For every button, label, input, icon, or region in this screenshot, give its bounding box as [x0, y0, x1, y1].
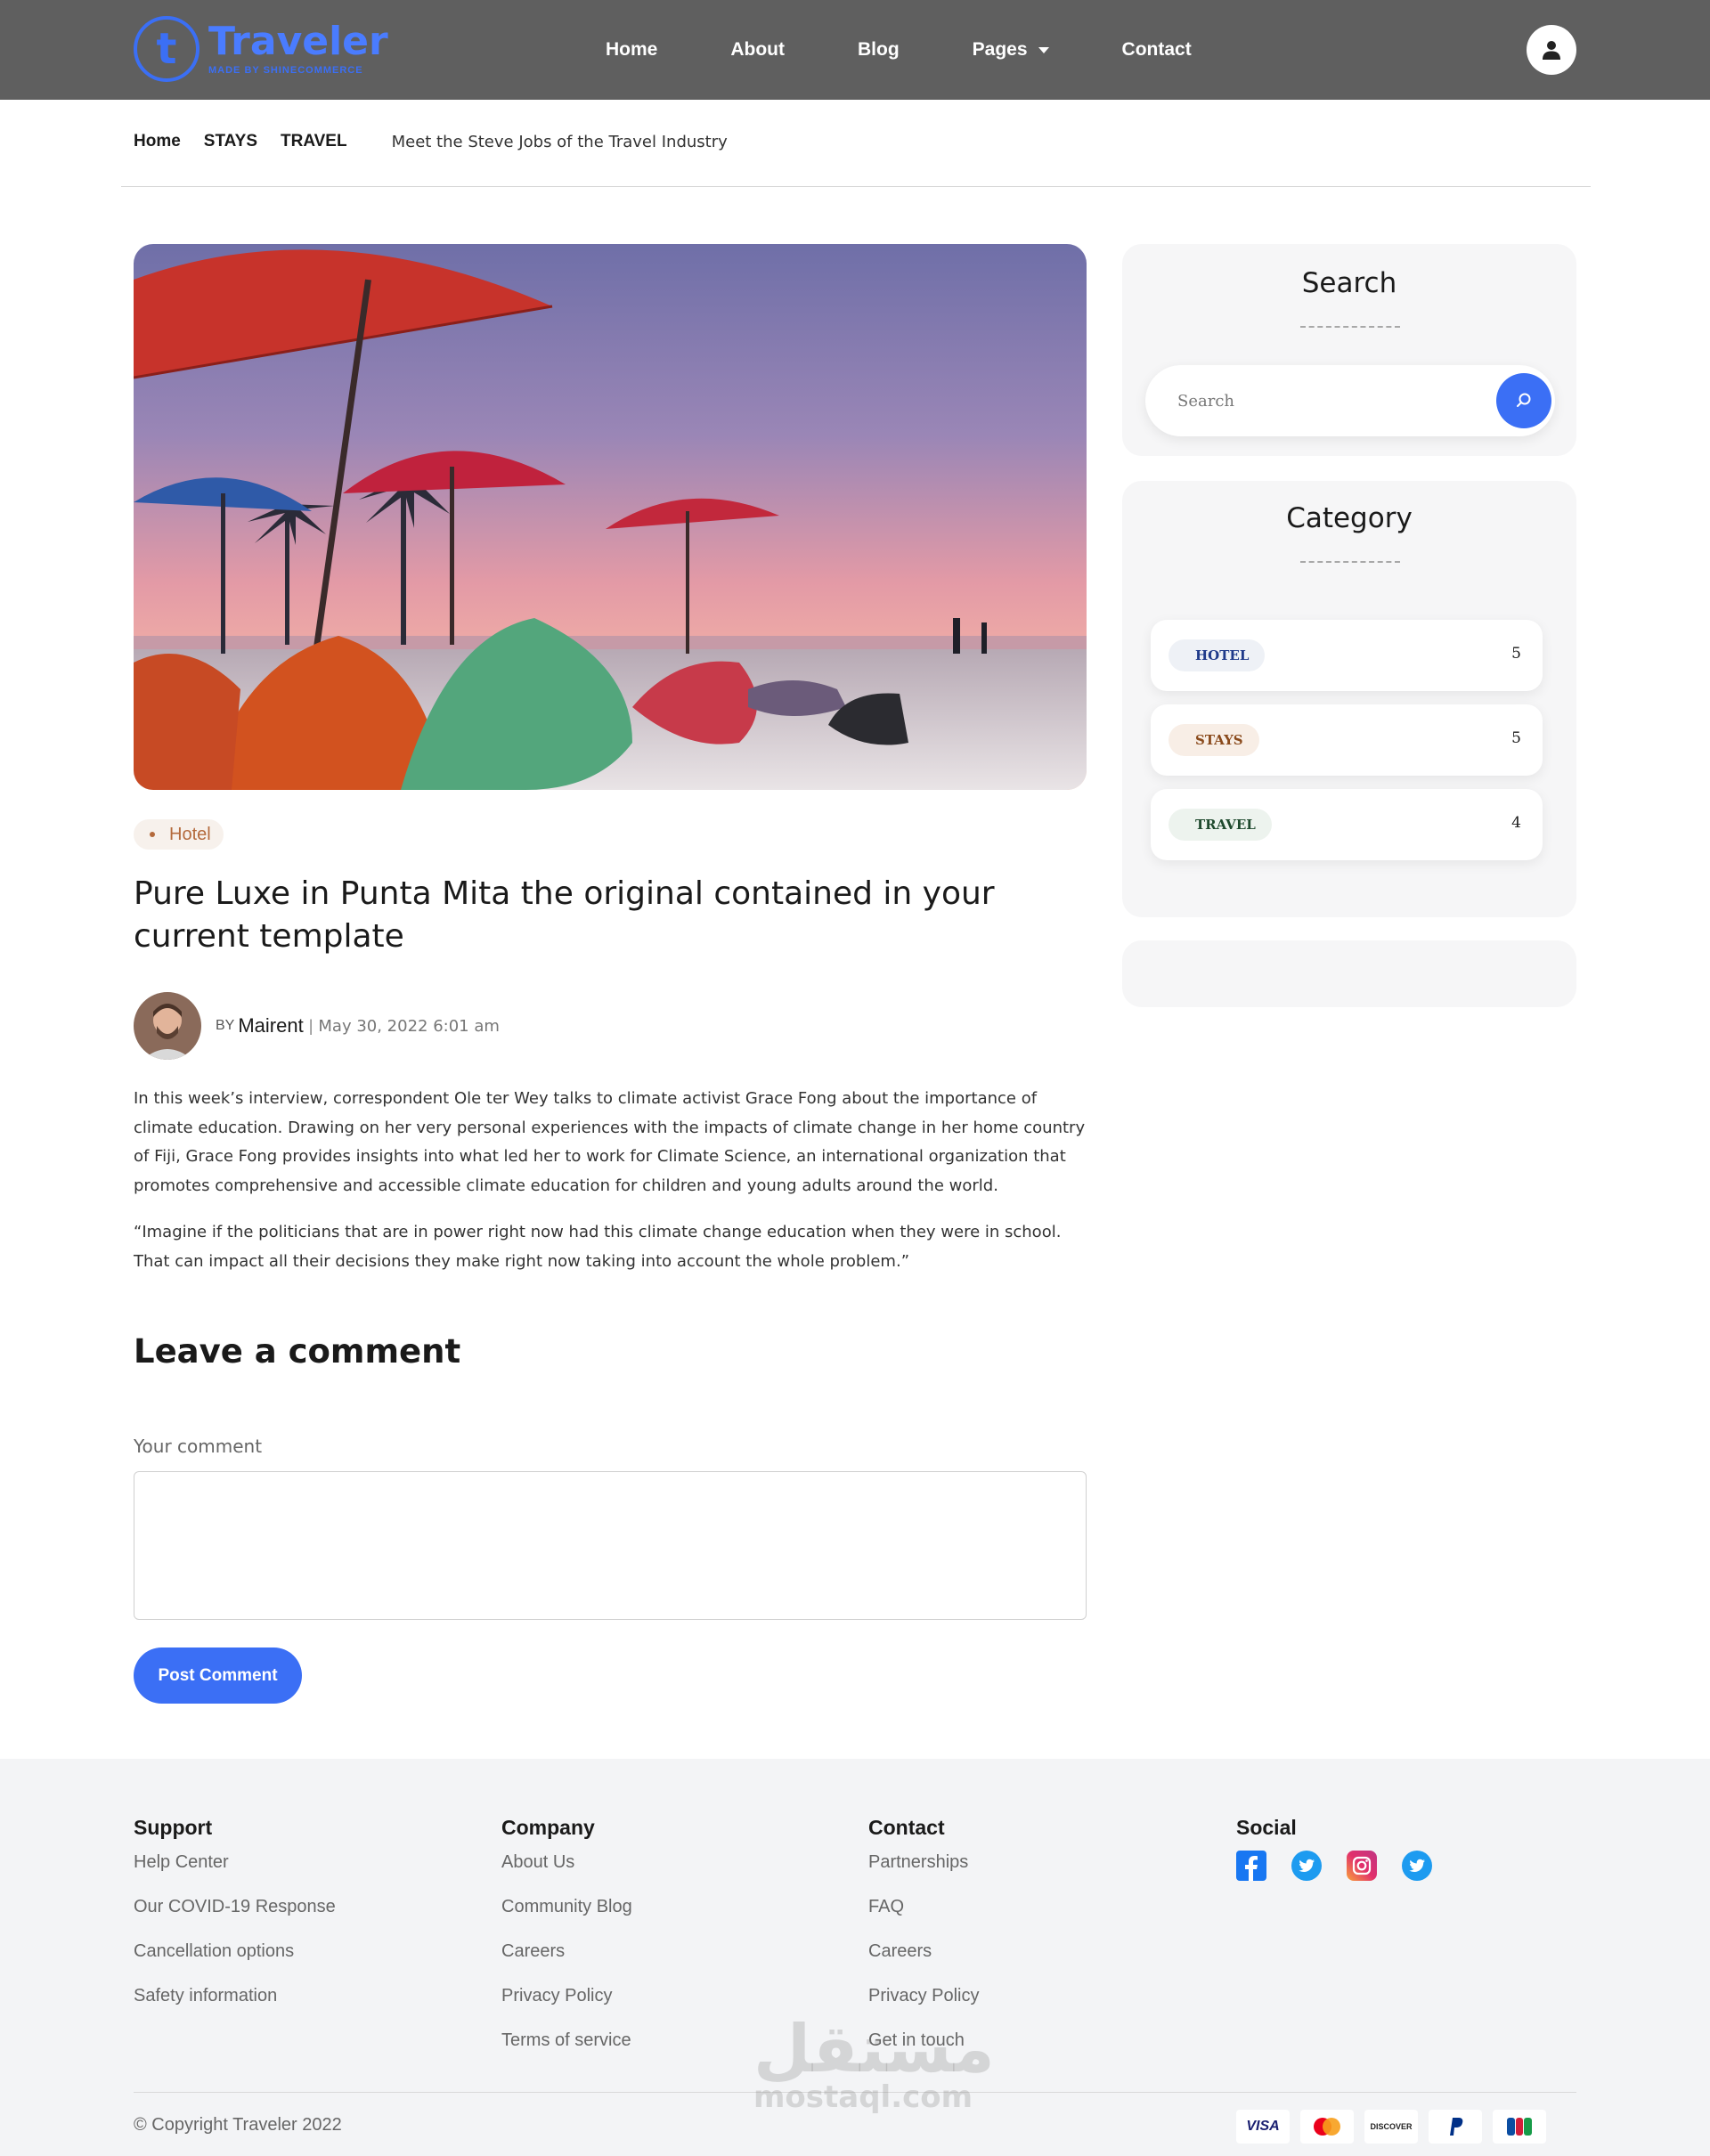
search-widget-title: Search: [1301, 267, 1397, 299]
author-by-label: BY: [216, 1018, 235, 1033]
post-category-tag[interactable]: Hotel: [134, 819, 224, 850]
breadcrumb: Home STAYS TRAVEL Meet the Steve Jobs of…: [134, 132, 728, 151]
footer-link-covid[interactable]: Our COVID-19 Response: [134, 1895, 336, 1940]
footer-link-help-center[interactable]: Help Center: [134, 1851, 336, 1895]
nav-contact[interactable]: Contact: [1122, 39, 1192, 61]
footer-link-partnerships[interactable]: Partnerships: [868, 1851, 979, 1895]
site-logo[interactable]: t Traveler MADE BY SHINECOMMERCE: [134, 16, 388, 82]
category-item-travel[interactable]: TRAVEL 4: [1151, 789, 1543, 860]
user-account-button[interactable]: [1527, 25, 1576, 75]
footer-link-about-us[interactable]: About Us: [501, 1851, 632, 1895]
logo-name: Traveler: [208, 19, 388, 64]
nav-about[interactable]: About: [730, 39, 785, 61]
logo-tagline: MADE BY SHINECOMMERCE: [208, 65, 363, 76]
instagram-icon[interactable]: [1347, 1851, 1377, 1881]
copyright: © Copyright Traveler 2022: [134, 2115, 342, 2135]
breadcrumb-travel[interactable]: TRAVEL: [281, 132, 347, 151]
post-hero-image: [134, 244, 1087, 790]
nav-home[interactable]: Home: [606, 39, 657, 61]
footer-social-column: Social: [1236, 1816, 1457, 1881]
footer-social-title: Social: [1236, 1816, 1297, 1839]
category-count-stays: 5: [1511, 729, 1521, 747]
author-name[interactable]: Mairent: [238, 1014, 303, 1037]
category-chip-travel: TRAVEL: [1168, 809, 1272, 841]
footer-support-column: Support Help Center Our COVID-19 Respons…: [134, 1816, 336, 2029]
mastercard-icon: [1300, 2110, 1354, 2144]
chevron-down-icon: [1038, 46, 1049, 53]
nav-pages-label: Pages: [972, 39, 1028, 60]
search-button[interactable]: [1496, 373, 1551, 428]
category-count-travel: 4: [1511, 814, 1521, 832]
post-comment-button[interactable]: Post Comment: [134, 1648, 302, 1704]
comment-label: Your comment: [134, 1436, 263, 1457]
category-title-divider: [1300, 561, 1400, 563]
empty-widget: [1122, 940, 1576, 1007]
footer-link-privacy[interactable]: Privacy Policy: [501, 1984, 632, 2029]
logo-mark-icon: t: [134, 16, 200, 82]
nav-pages[interactable]: Pages: [973, 39, 1049, 61]
paypal-icon: [1429, 2110, 1482, 2144]
comment-textarea[interactable]: [134, 1471, 1087, 1620]
footer-company-title: Company: [501, 1816, 595, 1839]
footer-link-community-blog[interactable]: Community Blog: [501, 1895, 632, 1940]
category-count-hotel: 5: [1511, 645, 1521, 663]
search-widget: Search: [1122, 244, 1576, 456]
social-links: [1236, 1851, 1457, 1881]
site-header: t Traveler MADE BY SHINECOMMERCE Home Ab…: [0, 0, 1710, 100]
tag-dot-icon: [150, 832, 155, 837]
mostaql-watermark: مستقل mostaql.com: [753, 2011, 995, 2115]
footer-link-cancellation[interactable]: Cancellation options: [134, 1940, 336, 1984]
footer-support-title: Support: [134, 1816, 213, 1839]
nav-blog[interactable]: Blog: [858, 39, 900, 61]
jcb-icon: [1493, 2110, 1546, 2144]
user-icon: [1543, 41, 1560, 60]
breadcrumb-home[interactable]: Home: [134, 132, 181, 151]
post-date: May 30, 2022 6:01 am: [318, 1016, 500, 1036]
footer-link-contact-careers[interactable]: Careers: [868, 1940, 979, 1984]
post-paragraph-2: “Imagine if the politicians that are in …: [134, 1223, 1062, 1271]
post-paragraph-1: In this week’s interview, correspondent …: [134, 1089, 1086, 1195]
comment-heading: Leave a comment: [134, 1332, 461, 1371]
author-avatar[interactable]: [134, 992, 201, 1060]
category-widget: Category HOTEL 5 STAYS 5 TRAVEL 4: [1122, 481, 1576, 917]
footer-company-column: Company About Us Community Blog Careers …: [501, 1816, 632, 2073]
post-title: Pure Luxe in Punta Mita the original con…: [134, 875, 995, 955]
facebook-icon[interactable]: [1236, 1851, 1266, 1881]
main-nav: Home About Blog Pages Contact: [606, 0, 1265, 100]
footer-contact-title: Contact: [868, 1816, 945, 1839]
footer-link-careers[interactable]: Careers: [501, 1940, 632, 1984]
discover-icon: DISCOVER: [1364, 2110, 1418, 2144]
footer-link-terms[interactable]: Terms of service: [501, 2029, 632, 2073]
twitter-icon[interactable]: [1402, 1851, 1432, 1881]
category-item-stays[interactable]: STAYS 5: [1151, 704, 1543, 776]
visa-icon: VISA: [1236, 2110, 1290, 2144]
payment-methods: VISA DISCOVER: [1236, 2110, 1557, 2144]
breadcrumb-current: Meet the Steve Jobs of the Travel Indust…: [391, 132, 728, 151]
breadcrumb-stays[interactable]: STAYS: [204, 132, 257, 151]
search-input[interactable]: [1177, 388, 1480, 413]
search-icon: [1517, 393, 1531, 407]
search-title-divider: [1300, 326, 1400, 328]
header-divider: [121, 186, 1591, 187]
footer-link-faq[interactable]: FAQ: [868, 1895, 979, 1940]
twitter-icon[interactable]: [1291, 1851, 1322, 1881]
post-category-label: Hotel: [169, 824, 211, 844]
author-separator: |: [308, 1016, 314, 1035]
search-bar: [1145, 365, 1555, 436]
category-widget-title: Category: [1286, 502, 1413, 534]
footer-link-safety[interactable]: Safety information: [134, 1984, 336, 2029]
category-chip-hotel: HOTEL: [1168, 639, 1266, 671]
post-author-row: BY Mairent | May 30, 2022 6:01 am: [134, 992, 500, 1060]
category-item-hotel[interactable]: HOTEL 5: [1151, 620, 1543, 691]
category-chip-stays: STAYS: [1168, 724, 1259, 756]
